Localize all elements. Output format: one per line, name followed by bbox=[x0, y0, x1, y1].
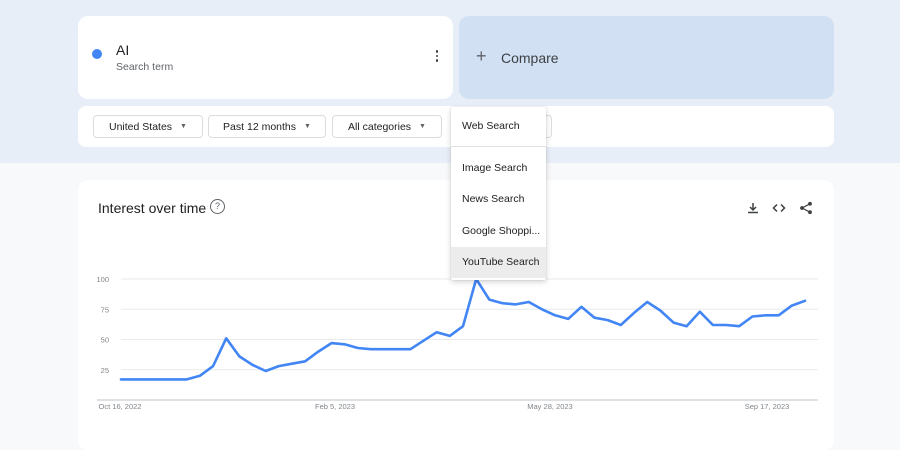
search-property-menu: Web Search Image Search News Search Goog… bbox=[451, 107, 546, 280]
menu-item-youtube-search[interactable]: YouTube Search bbox=[451, 247, 546, 278]
search-term-card[interactable]: AI Search term bbox=[78, 16, 453, 99]
y-tick-label: 50 bbox=[101, 336, 109, 345]
plus-icon: + bbox=[476, 46, 487, 66]
caret-down-icon: ▼ bbox=[419, 123, 426, 130]
menu-divider bbox=[451, 146, 546, 147]
region-filter-label: United States bbox=[109, 120, 173, 133]
series-color-dot bbox=[92, 49, 102, 59]
category-filter-label: All categories bbox=[348, 120, 412, 133]
property-filter[interactable] bbox=[545, 115, 552, 138]
x-tick-label: Oct 16, 2022 bbox=[99, 402, 142, 411]
caret-down-icon: ▼ bbox=[180, 123, 187, 130]
menu-item-image-search[interactable]: Image Search bbox=[451, 153, 546, 184]
caret-down-icon: ▼ bbox=[304, 123, 311, 130]
menu-item-google-shopping[interactable]: Google Shoppi... bbox=[451, 216, 546, 247]
series-line bbox=[119, 277, 807, 381]
search-term-subtitle: Search term bbox=[116, 61, 174, 73]
region-filter[interactable]: United States ▼ bbox=[93, 115, 203, 138]
y-tick-label: 25 bbox=[101, 366, 109, 375]
time-range-filter[interactable]: Past 12 months ▼ bbox=[208, 115, 326, 138]
menu-item-news-search[interactable]: News Search bbox=[451, 184, 546, 215]
search-term-name: AI bbox=[116, 42, 130, 58]
more-vert-icon[interactable] bbox=[435, 50, 439, 64]
menu-item-selected[interactable]: Web Search bbox=[451, 111, 546, 142]
x-tick-label: May 28, 2023 bbox=[527, 402, 572, 411]
x-tick-label: Sep 17, 2023 bbox=[745, 402, 790, 411]
category-filter[interactable]: All categories ▼ bbox=[332, 115, 442, 138]
y-tick-label: 75 bbox=[101, 305, 109, 314]
x-tick-label: Feb 5, 2023 bbox=[315, 402, 355, 411]
time-range-filter-label: Past 12 months bbox=[223, 120, 297, 133]
compare-label: Compare bbox=[501, 50, 559, 66]
compare-button[interactable]: + Compare bbox=[459, 16, 834, 99]
y-tick-label: 100 bbox=[96, 275, 109, 284]
